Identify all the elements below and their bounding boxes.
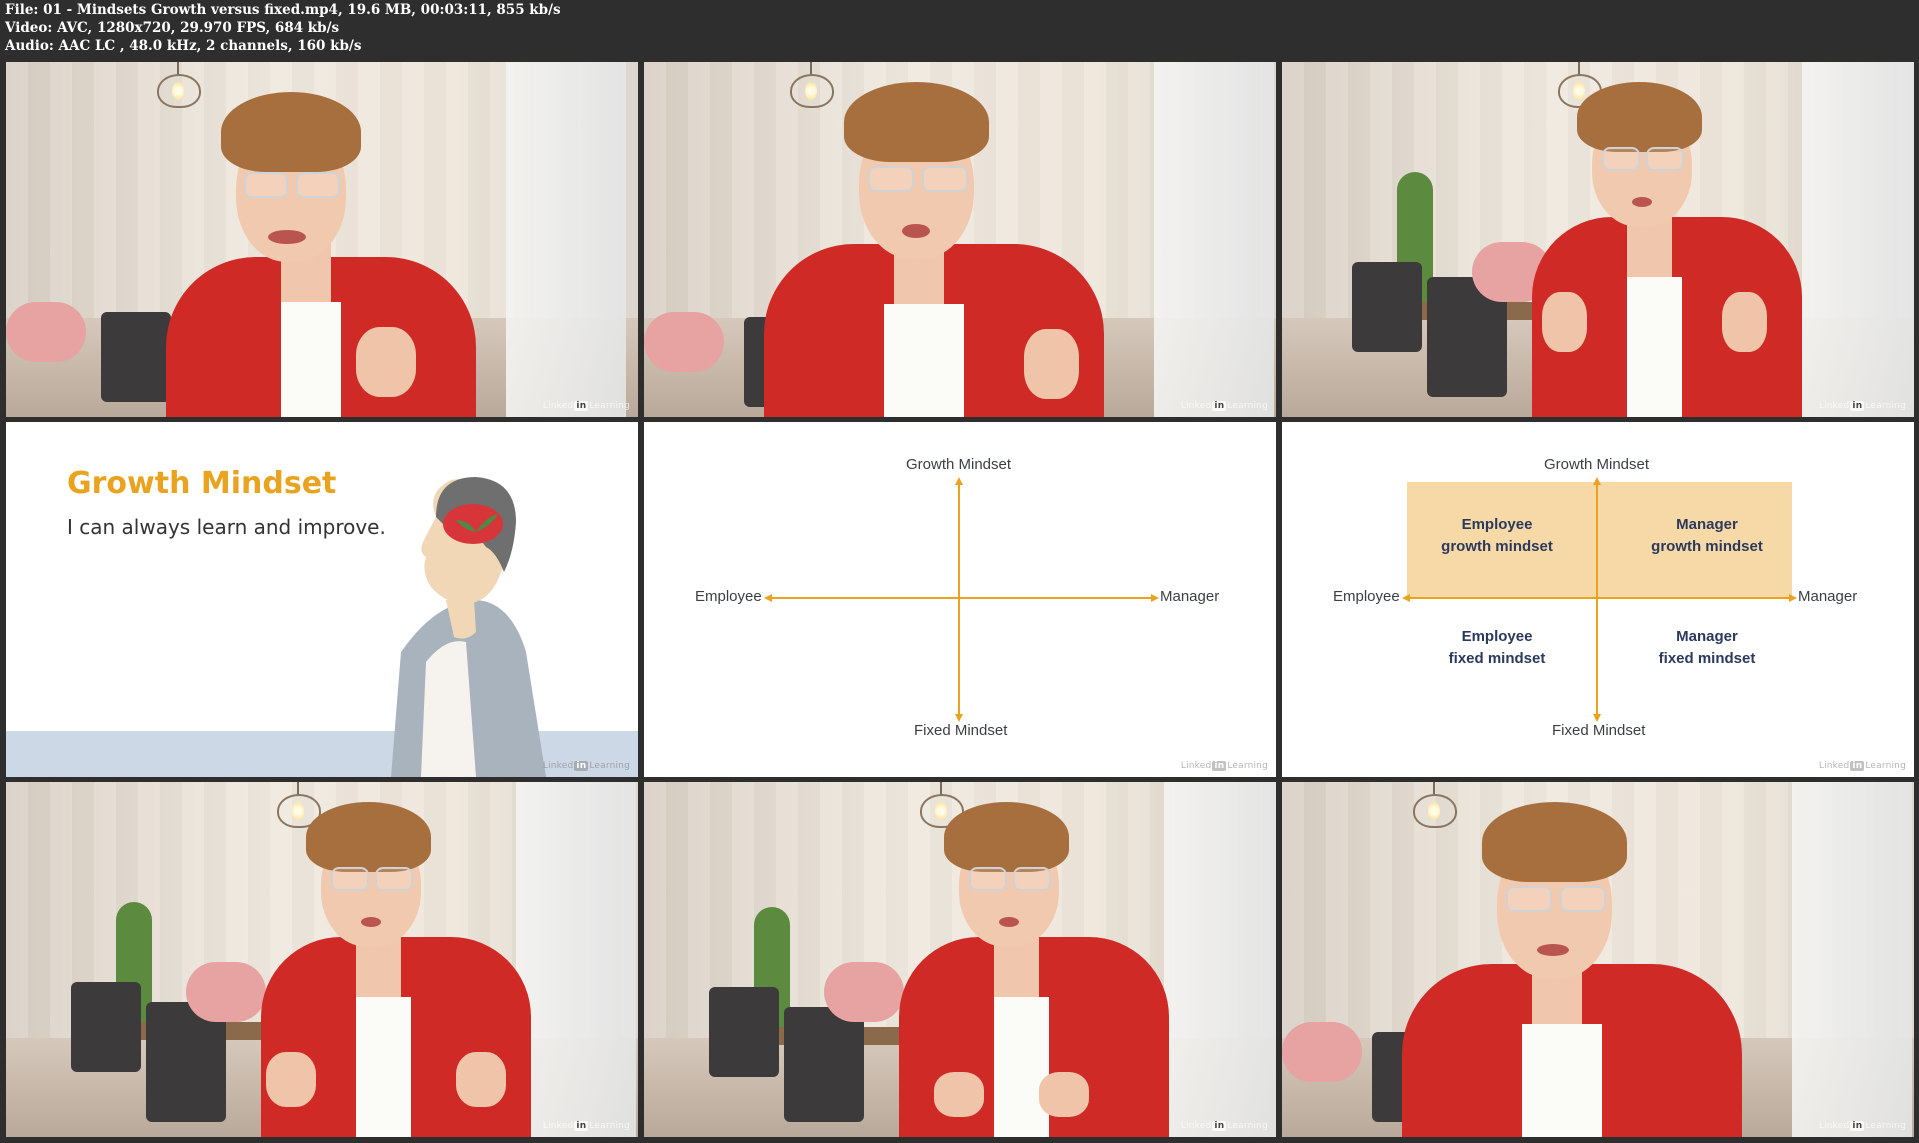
- thumbnail-frame-3[interactable]: Linked in Learning: [1282, 62, 1914, 417]
- quadrant-manager-growth: Manager growth mindset: [1651, 516, 1763, 555]
- video-info-line: Video: AVC, 1280x720, 29.970 FPS, 684 kb…: [5, 20, 340, 36]
- axis-label-bottom: Fixed Mindset: [914, 722, 1008, 739]
- presenter: [764, 74, 1124, 417]
- presenter: [1522, 77, 1822, 417]
- axis-label-right: Manager: [1160, 588, 1220, 605]
- file-info-line: File: 01 - Mindsets Growth versus fixed.…: [5, 2, 561, 18]
- media-info-header: File: 01 - Mindsets Growth versus fixed.…: [0, 0, 1919, 60]
- linkedin-learning-watermark: Linked in Learning: [542, 401, 630, 411]
- axis-label-top: Growth Mindset: [1544, 456, 1650, 473]
- axis-label-top: Growth Mindset: [906, 456, 1012, 473]
- presenter: [251, 797, 551, 1137]
- thumbnail-frame-7[interactable]: Linked in Learning: [6, 782, 638, 1137]
- thumbnail-frame-9[interactable]: Linked in Learning: [1282, 782, 1914, 1137]
- head-brain-illustration: [391, 477, 546, 777]
- thumbnail-frame-8[interactable]: Linked in Learning: [644, 782, 1276, 1137]
- thumbnail-frame-2[interactable]: Linked in Learning: [644, 62, 1276, 417]
- thumbnail-slide-axes-diagram[interactable]: Growth Mindset Fixed Mindset Employee Ma…: [644, 422, 1276, 777]
- quadrant-manager-fixed: Manager fixed mindset: [1658, 628, 1756, 667]
- thumbnail-frame-1[interactable]: Linked in Learning: [6, 62, 638, 417]
- presenter: [156, 82, 486, 417]
- quadrant-employee-growth: Employee growth mindset: [1441, 516, 1553, 555]
- background-door: [506, 62, 626, 417]
- thumbnail-slide-growth-mindset[interactable]: Growth Mindset I can always learn and im…: [6, 422, 638, 777]
- audio-info-line: Audio: AAC LC , 48.0 kHz, 2 channels, 16…: [5, 38, 362, 54]
- background-chair-pink: [6, 302, 86, 362]
- axis-label-left: Employee: [1333, 588, 1400, 605]
- quadrant-employee-fixed: Employee fixed mindset: [1448, 628, 1546, 667]
- axis-label-left: Employee: [695, 588, 762, 605]
- axis-label-bottom: Fixed Mindset: [1552, 722, 1646, 739]
- thumbnail-slide-quadrant-diagram[interactable]: Growth Mindset Fixed Mindset Employee Ma…: [1282, 422, 1914, 777]
- presenter: [889, 797, 1189, 1137]
- axis-label-right: Manager: [1798, 588, 1858, 605]
- presenter: [1402, 794, 1762, 1137]
